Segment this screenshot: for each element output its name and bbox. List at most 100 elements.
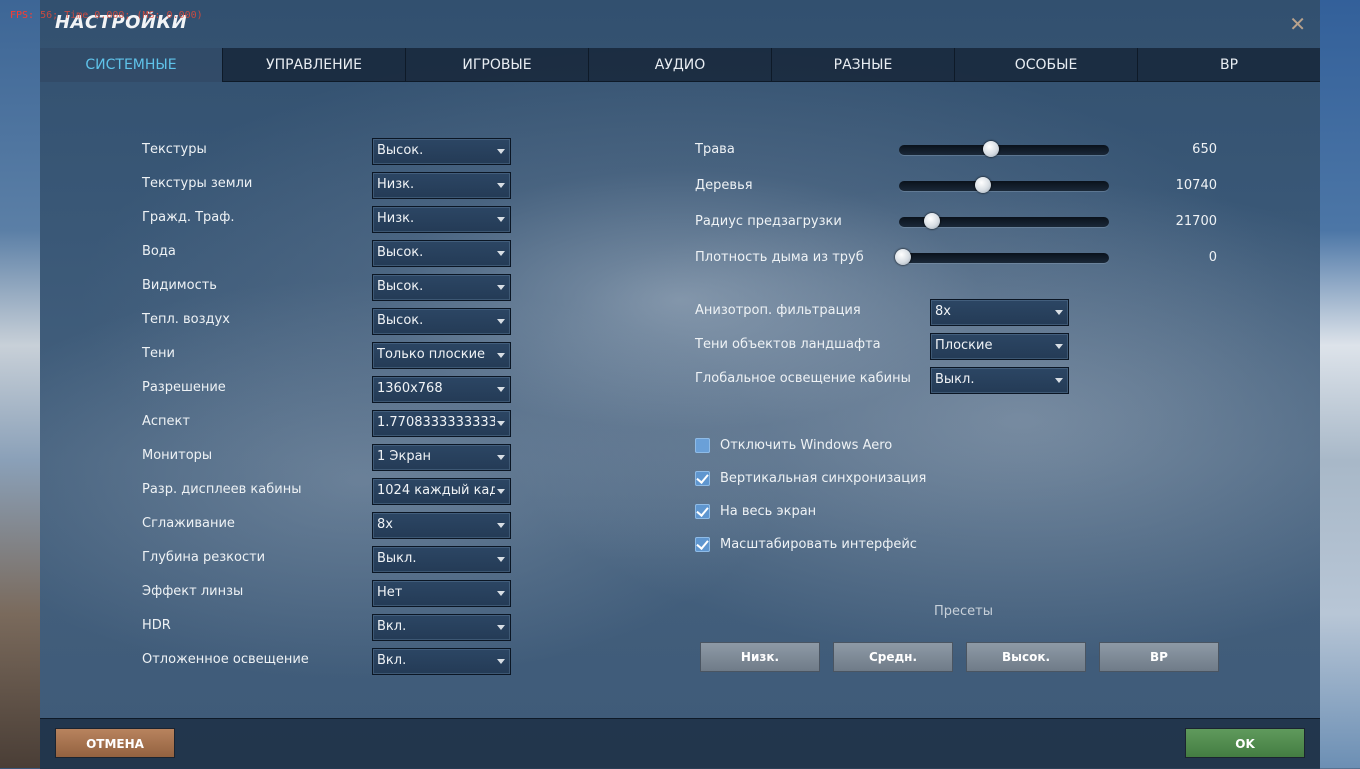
dropdown-value: 8x	[935, 304, 951, 319]
grass-slider[interactable]	[899, 141, 1109, 157]
chevron-down-icon	[497, 319, 505, 324]
setting-label: Глобальное освещение кабины	[695, 371, 911, 386]
presets-label: Пресеты	[934, 604, 994, 619]
tab-game[interactable]: ИГРОВЫЕ	[406, 48, 589, 82]
lens-effect-dropdown[interactable]: Нет	[372, 580, 511, 607]
setting-label: Аспект	[142, 414, 190, 429]
setting-label: Разр. дисплеев кабины	[142, 482, 302, 497]
preset-high-button[interactable]: Высок.	[966, 642, 1086, 672]
civil-traffic-dropdown[interactable]: Низк.	[372, 206, 511, 233]
checkbox-label: Отключить Windows Aero	[720, 438, 893, 453]
aspect-dropdown[interactable]: 1.7708333333333	[372, 410, 511, 437]
checkbox-label: На весь экран	[720, 504, 817, 519]
tab-system[interactable]: СИСТЕМНЫЕ	[40, 48, 223, 82]
dropdown-value: 8x	[377, 517, 393, 532]
anisotropic-filter-dropdown[interactable]: 8x	[930, 299, 1069, 326]
tab-bar: СИСТЕМНЫЕ УПРАВЛЕНИЕ ИГРОВЫЕ АУДИО РАЗНЫ…	[40, 48, 1320, 82]
tab-special[interactable]: ОСОБЫЕ	[955, 48, 1138, 82]
dialog-footer: ОТМЕНА OK	[40, 718, 1320, 769]
slider-settings: Трава 650 Деревья 10740 Радиус предзагру…	[695, 138, 1225, 282]
setting-label: HDR	[142, 618, 171, 633]
background-sky-right	[1320, 0, 1360, 768]
cockpit-displays-dropdown[interactable]: 1024 каждый кадр	[372, 478, 511, 505]
slider-handle[interactable]	[923, 213, 940, 229]
cancel-button[interactable]: ОТМЕНА	[55, 728, 175, 758]
chevron-down-icon	[497, 421, 505, 426]
setting-label: Анизотроп. фильтрация	[695, 303, 861, 318]
visibility-dropdown[interactable]: Высок.	[372, 274, 511, 301]
slider-value: 650	[1192, 142, 1217, 157]
hdr-dropdown[interactable]: Вкл.	[372, 614, 511, 641]
trees-slider[interactable]	[899, 177, 1109, 193]
resolution-dropdown[interactable]: 1360x768	[372, 376, 511, 403]
slider-label: Деревья	[695, 178, 753, 193]
heat-blur-dropdown[interactable]: Высок.	[372, 308, 511, 335]
slider-row: Трава 650	[695, 138, 1225, 174]
slider-value: 21700	[1175, 214, 1217, 229]
chevron-down-icon	[497, 353, 505, 358]
setting-label: Мониторы	[142, 448, 213, 463]
textures-dropdown[interactable]: Высок.	[372, 138, 511, 165]
setting-label: Сглаживание	[142, 516, 235, 531]
checkbox-icon[interactable]	[695, 504, 710, 519]
preset-vr-button[interactable]: ВР	[1099, 642, 1219, 672]
dropdown-value: 1360x768	[377, 381, 443, 396]
dropdown-value: Нет	[377, 585, 403, 600]
setting-label: Видимость	[142, 278, 217, 293]
dropdown-value: Плоские	[935, 338, 993, 353]
tab-controls[interactable]: УПРАВЛЕНИЕ	[223, 48, 406, 82]
checkbox-label: Масштабировать интерфейс	[720, 537, 917, 552]
chevron-down-icon	[497, 251, 505, 256]
setting-label: Отложенное освещение	[142, 652, 309, 667]
setting-label: Тени объектов ландшафта	[695, 337, 881, 352]
shadows-dropdown[interactable]: Только плоские	[372, 342, 511, 369]
dropdown-value: Выкл.	[377, 551, 417, 566]
depth-of-field-dropdown[interactable]: Выкл.	[372, 546, 511, 573]
fps-label: FPS:	[10, 10, 35, 21]
chevron-down-icon	[497, 489, 505, 494]
checkbox-icon[interactable]	[695, 537, 710, 552]
water-dropdown[interactable]: Высок.	[372, 240, 511, 267]
chevron-down-icon	[1055, 344, 1063, 349]
setting-label: Гражд. Траф.	[142, 210, 235, 225]
antialiasing-dropdown[interactable]: 8x	[372, 512, 511, 539]
slider-handle[interactable]	[975, 177, 991, 193]
monitors-dropdown[interactable]: 1 Экран	[372, 444, 511, 471]
cockpit-gi-dropdown[interactable]: Выкл.	[930, 367, 1069, 394]
chevron-down-icon	[497, 149, 505, 154]
checkbox-icon[interactable]	[695, 471, 710, 486]
tab-vr[interactable]: ВР	[1138, 48, 1320, 82]
slider-handle[interactable]	[895, 249, 912, 265]
dropdown-value: 1024 каждый кадр	[377, 483, 495, 498]
slider-label: Трава	[695, 142, 735, 157]
tab-misc[interactable]: РАЗНЫЕ	[772, 48, 955, 82]
preset-low-button[interactable]: Низк.	[700, 642, 820, 672]
dropdown-value: Низк.	[377, 177, 415, 192]
close-icon[interactable]: ✕	[1289, 14, 1306, 34]
ok-button[interactable]: OK	[1185, 728, 1305, 758]
ground-textures-dropdown[interactable]: Низк.	[372, 172, 511, 199]
tab-audio[interactable]: АУДИО	[589, 48, 772, 82]
chevron-down-icon	[497, 591, 505, 596]
setting-label: Вода	[142, 244, 176, 259]
background-sky-left	[0, 0, 40, 768]
checkbox-label: Вертикальная синхронизация	[720, 471, 927, 486]
dropdown-value: Только плоские	[377, 347, 486, 362]
slider-label: Плотность дыма из труб	[695, 250, 864, 265]
chimney-smoke-slider[interactable]	[895, 249, 1109, 265]
chevron-down-icon	[497, 183, 505, 188]
slider-value: 10740	[1175, 178, 1217, 193]
chevron-down-icon	[1055, 310, 1063, 315]
slider-row: Деревья 10740	[695, 174, 1225, 210]
dropdown-value: Вкл.	[377, 653, 407, 668]
slider-row: Плотность дыма из труб 0	[695, 246, 1225, 282]
terrain-shadows-dropdown[interactable]: Плоские	[930, 333, 1069, 360]
slider-label: Радиус предзагрузки	[695, 214, 842, 229]
chevron-down-icon	[497, 387, 505, 392]
chevron-down-icon	[497, 625, 505, 630]
preload-radius-slider[interactable]	[899, 213, 1109, 229]
checkbox-icon[interactable]	[695, 438, 710, 453]
slider-handle[interactable]	[983, 141, 1000, 157]
deferred-lighting-dropdown[interactable]: Вкл.	[372, 648, 511, 675]
preset-medium-button[interactable]: Средн.	[833, 642, 953, 672]
